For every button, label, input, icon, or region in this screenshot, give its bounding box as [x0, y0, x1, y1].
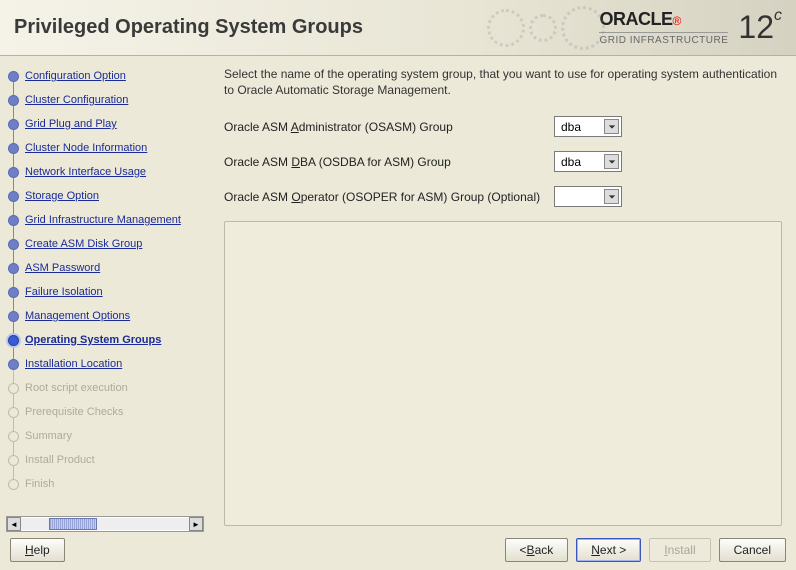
brand-version: 12c — [738, 9, 782, 46]
step-label[interactable]: Grid Infrastructure Management — [25, 214, 181, 226]
group-label: Oracle ASM Administrator (OSASM) Group — [224, 120, 544, 134]
step-bullet-icon — [8, 143, 19, 154]
sidebar: Configuration Option Cluster Configuratio… — [0, 56, 210, 536]
step-label: Prerequisite Checks — [25, 406, 123, 418]
brand-subtitle: GRID INFRASTRUCTURE — [599, 32, 728, 46]
sidebar-step-11[interactable]: Operating System Groups — [8, 328, 210, 352]
step-label[interactable]: Management Options — [25, 310, 130, 322]
step-bullet-icon — [8, 191, 19, 202]
step-bullet-icon — [8, 311, 19, 322]
next-button[interactable]: Next > — [576, 538, 641, 562]
select-value: dba — [561, 120, 581, 134]
step-label[interactable]: Failure Isolation — [25, 286, 103, 298]
sidebar-step-17: Finish — [8, 472, 210, 496]
footer: Help < Back Next > Install Cancel — [0, 536, 796, 570]
step-bullet-icon — [8, 71, 19, 82]
step-bullet-icon — [8, 167, 19, 178]
description-text: Select the name of the operating system … — [224, 66, 782, 98]
chevron-down-icon[interactable] — [604, 154, 619, 169]
chevron-down-icon[interactable] — [604, 189, 619, 204]
sidebar-step-5[interactable]: Storage Option — [8, 184, 210, 208]
scroll-thumb[interactable] — [49, 518, 97, 530]
back-button[interactable]: < Back — [505, 538, 569, 562]
step-bullet-icon — [8, 263, 19, 274]
sidebar-step-6[interactable]: Grid Infrastructure Management — [8, 208, 210, 232]
step-bullet-icon — [8, 119, 19, 130]
step-label[interactable]: Installation Location — [25, 358, 122, 370]
step-label: Summary — [25, 430, 72, 442]
sidebar-step-9[interactable]: Failure Isolation — [8, 280, 210, 304]
decoration-gears — [476, 0, 616, 55]
step-bullet-icon — [8, 215, 19, 226]
page-title: Privileged Operating System Groups — [14, 16, 363, 39]
group-select-2[interactable] — [554, 186, 622, 207]
chevron-down-icon[interactable] — [604, 119, 619, 134]
step-bullet-icon — [8, 431, 19, 442]
help-button[interactable]: Help — [10, 538, 65, 562]
step-label[interactable]: Create ASM Disk Group — [25, 238, 142, 250]
scroll-right-icon[interactable]: ► — [189, 517, 203, 531]
sidebar-step-2[interactable]: Grid Plug and Play — [8, 112, 210, 136]
sidebar-step-16: Install Product — [8, 448, 210, 472]
sidebar-step-10[interactable]: Management Options — [8, 304, 210, 328]
step-label[interactable]: Cluster Configuration — [25, 94, 128, 106]
sidebar-step-8[interactable]: ASM Password — [8, 256, 210, 280]
sidebar-step-3[interactable]: Cluster Node Information — [8, 136, 210, 160]
step-label[interactable]: Network Interface Usage — [25, 166, 146, 178]
status-panel — [224, 221, 782, 526]
step-bullet-icon — [8, 239, 19, 250]
select-value: dba — [561, 155, 581, 169]
sidebar-step-14: Prerequisite Checks — [8, 400, 210, 424]
step-bullet-icon — [8, 335, 19, 346]
step-bullet-icon — [8, 383, 19, 394]
step-label[interactable]: Cluster Node Information — [25, 142, 147, 154]
sidebar-step-1[interactable]: Cluster Configuration — [8, 88, 210, 112]
group-select-0[interactable]: dba — [554, 116, 622, 137]
step-label[interactable]: ASM Password — [25, 262, 100, 274]
sidebar-step-12[interactable]: Installation Location — [8, 352, 210, 376]
sidebar-step-15: Summary — [8, 424, 210, 448]
group-label: Oracle ASM Operator (OSOPER for ASM) Gro… — [224, 190, 544, 204]
step-bullet-icon — [8, 479, 19, 490]
group-select-1[interactable]: dba — [554, 151, 622, 172]
step-bullet-icon — [8, 455, 19, 466]
step-label: Install Product — [25, 454, 95, 466]
sidebar-scrollbar[interactable]: ◄ ► — [6, 516, 204, 532]
cancel-button[interactable]: Cancel — [719, 538, 786, 562]
step-label[interactable]: Storage Option — [25, 190, 99, 202]
step-bullet-icon — [8, 359, 19, 370]
step-label: Finish — [25, 478, 54, 490]
sidebar-step-13: Root script execution — [8, 376, 210, 400]
group-row-2: Oracle ASM Operator (OSOPER for ASM) Gro… — [224, 186, 782, 207]
sidebar-step-4[interactable]: Network Interface Usage — [8, 160, 210, 184]
step-label[interactable]: Grid Plug and Play — [25, 118, 117, 130]
header: Privileged Operating System Groups ORACL… — [0, 0, 796, 56]
content-pane: Select the name of the operating system … — [210, 56, 796, 536]
group-label: Oracle ASM DBA (OSDBA for ASM) Group — [224, 155, 544, 169]
sidebar-step-7[interactable]: Create ASM Disk Group — [8, 232, 210, 256]
step-bullet-icon — [8, 95, 19, 106]
step-label: Root script execution — [25, 382, 128, 394]
install-button: Install — [649, 538, 710, 562]
step-label[interactable]: Configuration Option — [25, 70, 126, 82]
scroll-left-icon[interactable]: ◄ — [7, 517, 21, 531]
sidebar-step-0[interactable]: Configuration Option — [8, 64, 210, 88]
group-row-0: Oracle ASM Administrator (OSASM) Group db… — [224, 116, 782, 137]
step-bullet-icon — [8, 407, 19, 418]
group-row-1: Oracle ASM DBA (OSDBA for ASM) Group dba — [224, 151, 782, 172]
brand-logo: ORACLE® GRID INFRASTRUCTURE 12c — [599, 9, 782, 46]
step-bullet-icon — [8, 287, 19, 298]
step-label: Operating System Groups — [25, 334, 161, 346]
